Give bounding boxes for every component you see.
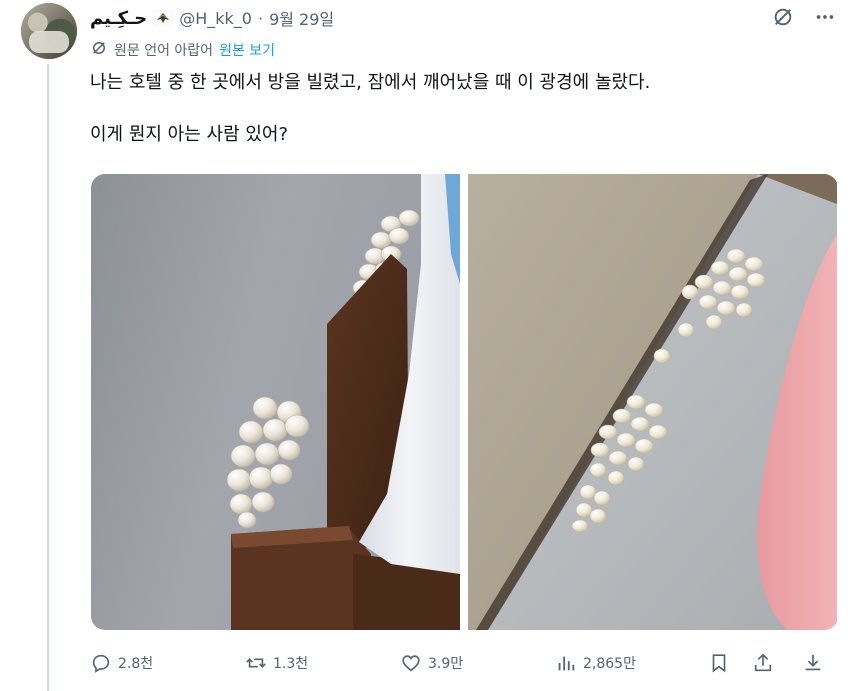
download-button[interactable] xyxy=(802,648,824,678)
views-count: 2,865만 xyxy=(583,656,636,672)
bookmark-button[interactable] xyxy=(708,648,730,678)
photo-eggs-behind-bed[interactable] xyxy=(91,174,460,630)
analytics-icon xyxy=(555,652,577,674)
translation-row: 원문 언어 아랍어 원본 보기 xyxy=(90,38,275,62)
heart-icon xyxy=(400,652,422,674)
separator-dot: · xyxy=(257,8,264,28)
photo-eggs-on-floor[interactable] xyxy=(468,174,837,630)
like-button[interactable]: 3.9만 xyxy=(400,648,463,678)
grok-icon[interactable] xyxy=(772,6,794,28)
translation-label: 원문 언어 아랍어 xyxy=(114,43,214,59)
author-handle[interactable]: @H_kk_0 xyxy=(179,9,252,28)
tweet-date[interactable]: 9월 29일 xyxy=(269,6,334,30)
thread-line xyxy=(47,64,49,691)
avatar[interactable] xyxy=(21,3,77,59)
repost-count: 1.3천 xyxy=(273,656,309,672)
repost-button[interactable]: 1.3천 xyxy=(245,648,308,678)
avatar-highlight xyxy=(29,31,69,53)
repost-icon xyxy=(245,652,267,674)
bookmark-icon xyxy=(708,652,730,674)
media-grid xyxy=(91,174,838,630)
reply-icon xyxy=(90,652,112,674)
reply-button[interactable]: 2.8천 xyxy=(90,648,153,678)
download-icon xyxy=(802,652,824,674)
tweet-text: 나는 호텔 중 한 곳에서 방을 빌렸고, 잠에서 깨어났을 때 이 광경에 놀… xyxy=(90,70,830,148)
tweet-text-line-2: 이게 뭔지 아는 사람 있어? xyxy=(90,124,289,145)
views-button[interactable]: 2,865만 xyxy=(555,648,636,678)
action-bar: 2.8천 1.3천 3.9만 2,865만 xyxy=(90,648,830,678)
reply-count: 2.8천 xyxy=(118,656,154,672)
like-count: 3.9만 xyxy=(428,656,464,672)
show-original-link[interactable]: 원본 보기 xyxy=(219,40,275,60)
tweet-header: حـكِـيم @H_kk_0 · 9월 29일 xyxy=(90,4,334,32)
author-name[interactable]: حـكِـيم xyxy=(90,8,147,29)
eagle-flag-icon xyxy=(153,8,173,28)
header-actions xyxy=(772,6,836,28)
share-icon xyxy=(752,652,774,674)
translate-icon xyxy=(90,39,108,61)
more-options-icon[interactable] xyxy=(814,6,836,28)
share-button[interactable] xyxy=(752,648,774,678)
tweet-text-line-1: 나는 호텔 중 한 곳에서 방을 빌렸고, 잠에서 깨어났을 때 이 광경에 놀… xyxy=(90,72,651,93)
